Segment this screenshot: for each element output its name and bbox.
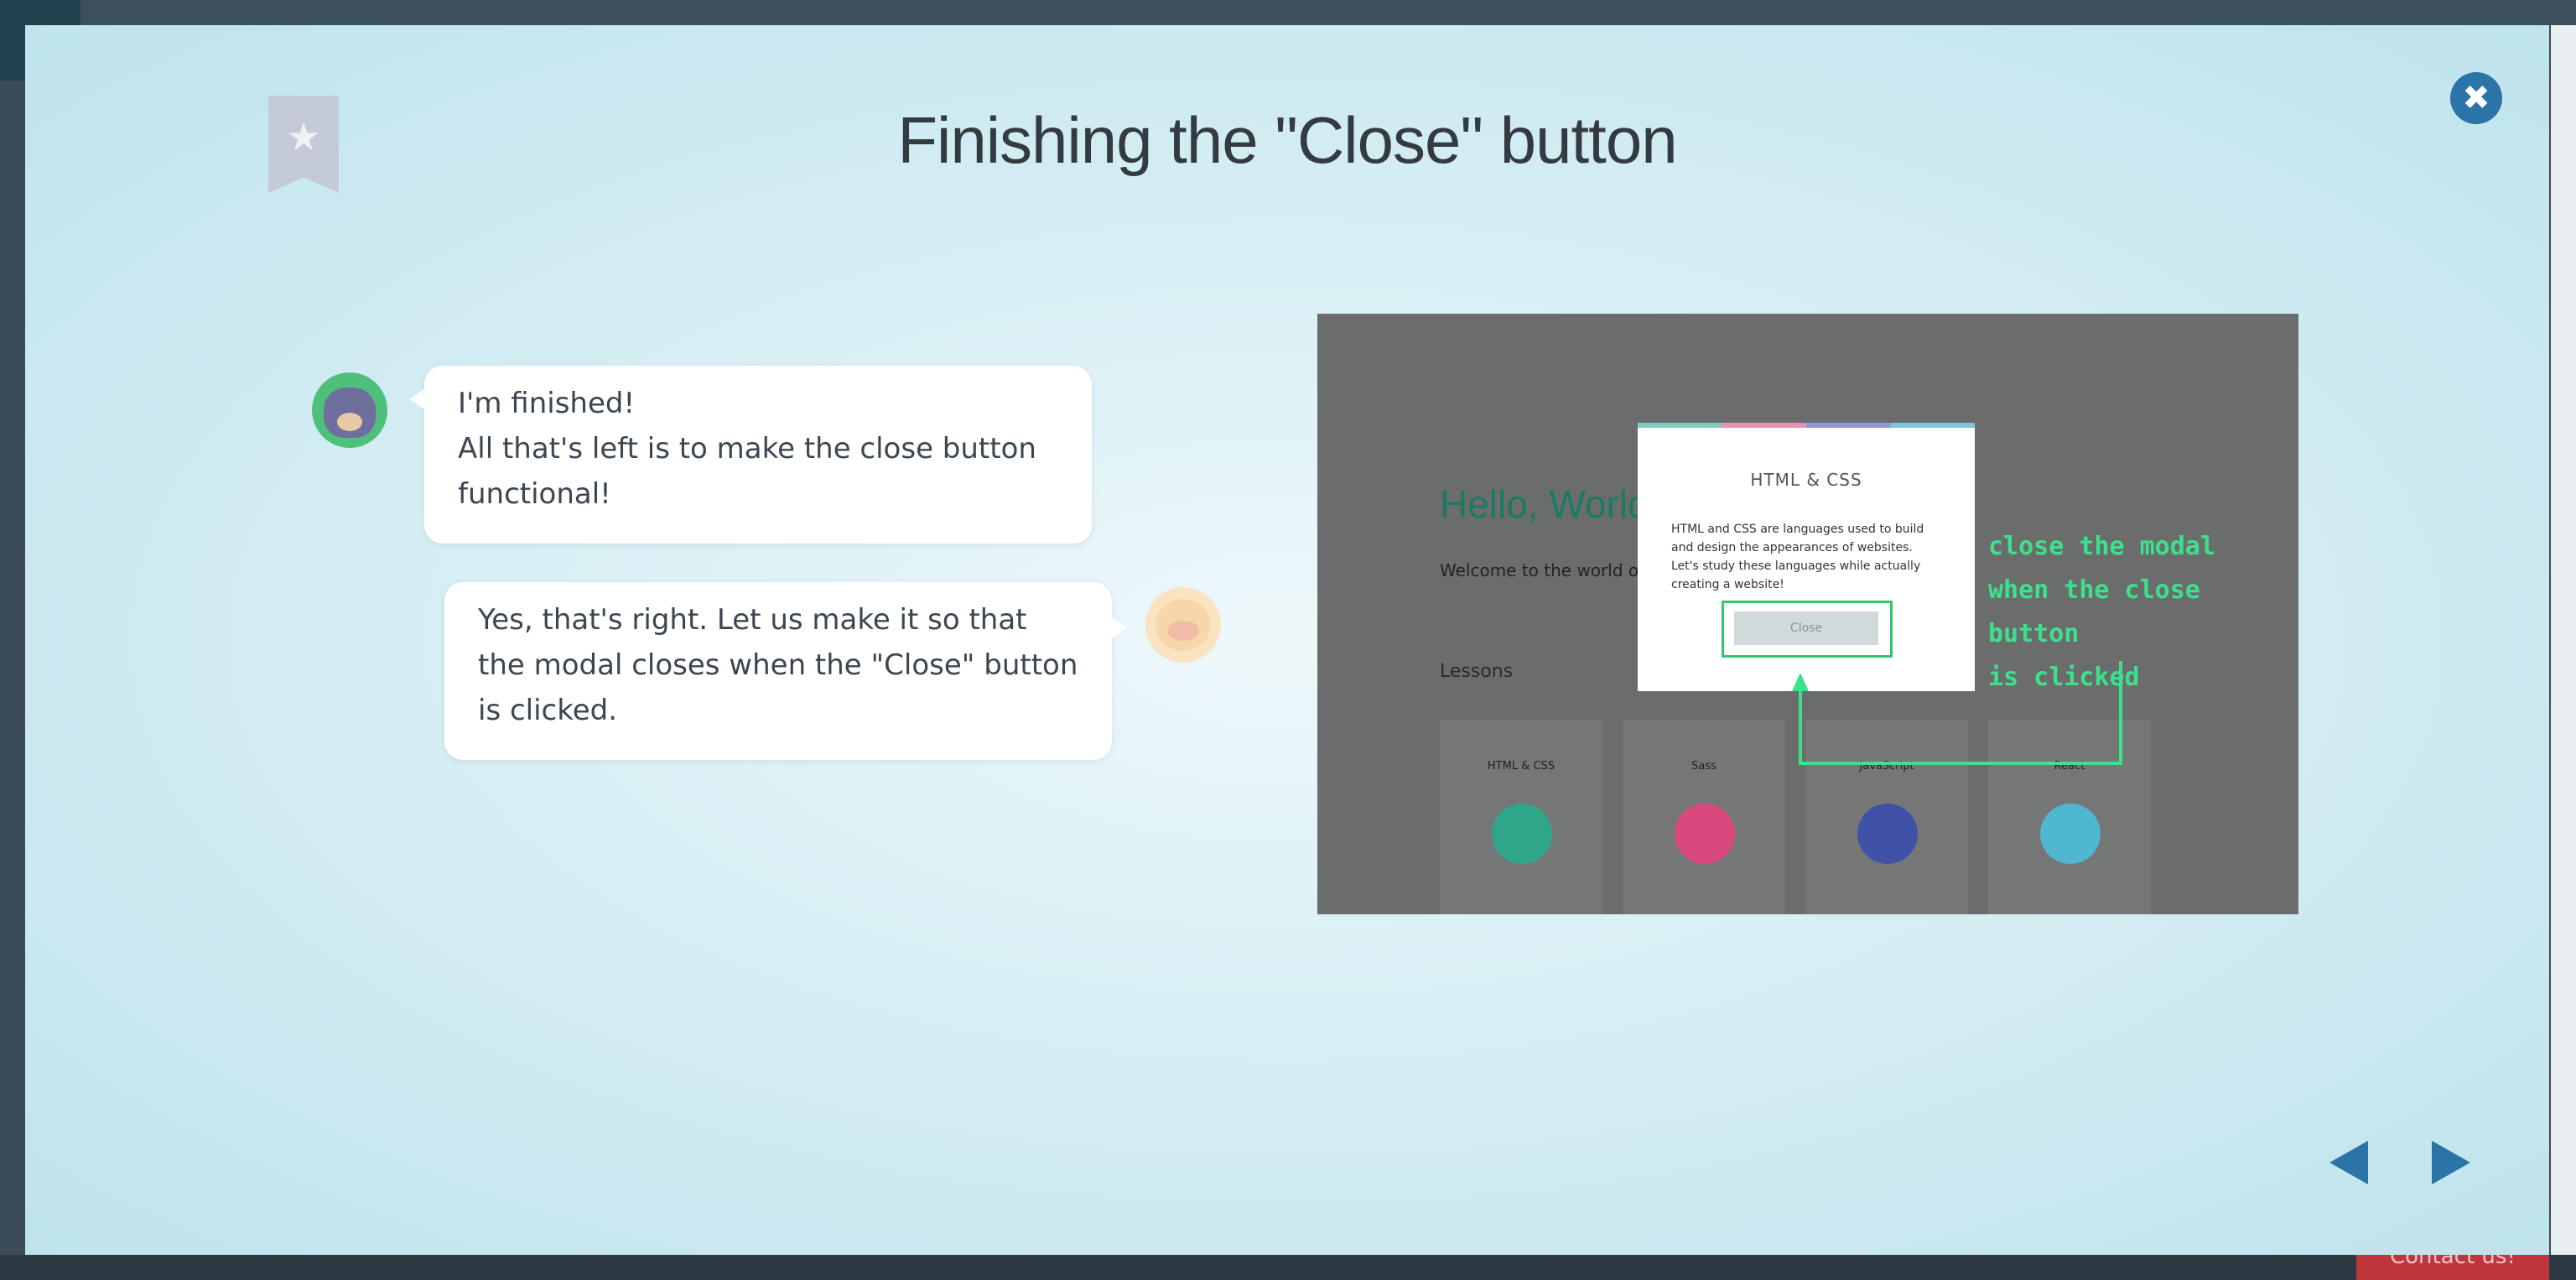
speech-bubble-1: I'm finished! All that's left is to make… [409,366,1092,544]
background-top-bar [0,0,2576,25]
slide-title: Finishing the "Close" button [897,103,1677,177]
example-preview-image: Hello, World Welcome to the world of Les… [1317,314,2298,914]
cat-avatar [312,372,387,448]
background-bottom-bar [0,1255,2576,1280]
annotation-note: close the modal when the close button is… [1988,532,2215,692]
lesson-slide-modal: ★ Finishing the "Close" button ✖ I'm fin… [25,25,2549,1255]
close-icon[interactable]: ✖ [2450,72,2502,124]
page-scrollbar[interactable] [2551,25,2576,1255]
prev-arrow-icon[interactable] [2329,1141,2368,1184]
sheep-avatar [1145,587,1221,663]
next-arrow-icon[interactable] [2432,1141,2470,1184]
speech-bubble-2: Yes, that's right. Let us make it so tha… [444,582,1127,760]
